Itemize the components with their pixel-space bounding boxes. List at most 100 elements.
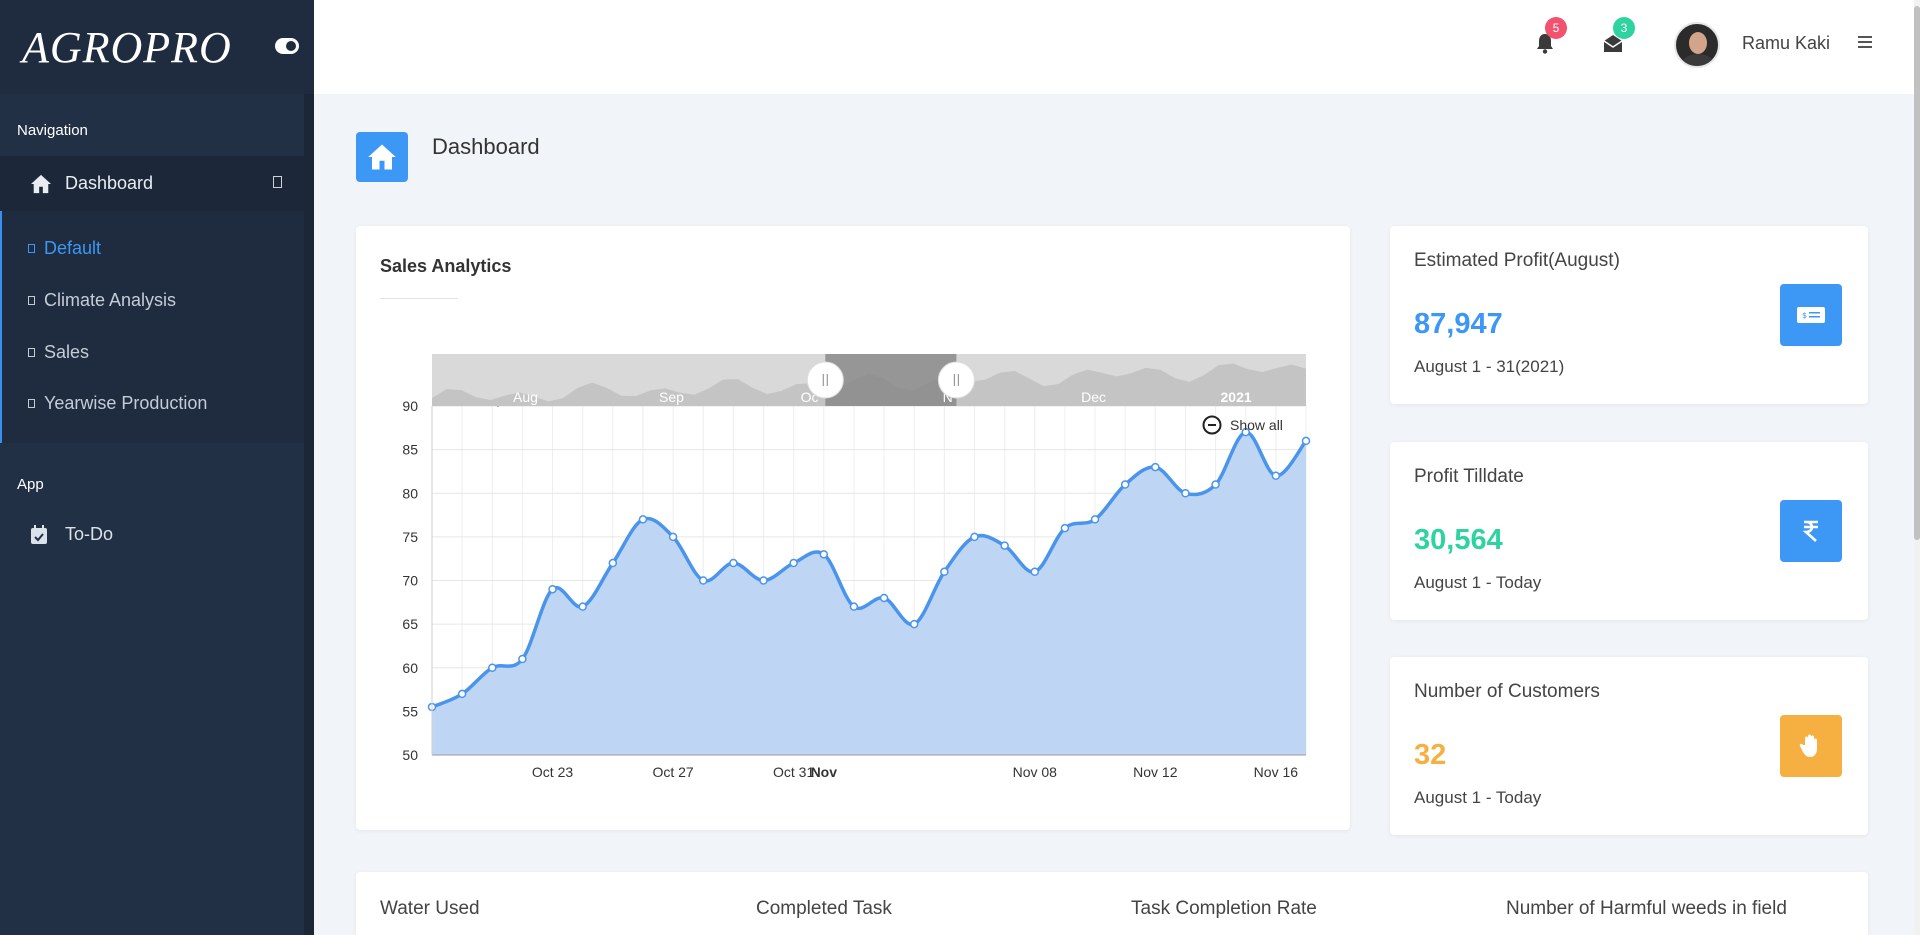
hand-icon	[1799, 734, 1817, 757]
data-point[interactable]	[909, 619, 919, 629]
avatar[interactable]	[1674, 22, 1720, 68]
page-home-icon	[356, 132, 408, 182]
data-point[interactable]	[518, 654, 527, 664]
data-point[interactable]	[940, 567, 949, 577]
stat-title: Estimated Profit(August)	[1414, 250, 1620, 271]
data-point[interactable]	[608, 558, 618, 568]
range-scrollbar-label: Sep	[659, 389, 684, 405]
y-tick-label: 70	[402, 573, 418, 589]
data-point[interactable]	[457, 689, 467, 699]
range-selection[interactable]	[825, 354, 957, 406]
data-point[interactable]	[1030, 567, 1040, 577]
sidebar-item-label: Default	[44, 238, 102, 258]
data-point[interactable]	[698, 576, 708, 585]
data-point[interactable]	[1211, 480, 1220, 489]
sidebar-item-label: Climate Analysis	[44, 290, 177, 310]
stat-title: Number of Customers	[1414, 681, 1600, 702]
data-point[interactable]	[789, 558, 798, 568]
sidebar-item-default[interactable]: Default	[28, 238, 101, 259]
data-point[interactable]	[1120, 480, 1130, 489]
x-tick-label: Oct 27	[652, 764, 693, 780]
sidebar-item-todo[interactable]: To-Do	[30, 524, 113, 545]
data-point[interactable]	[729, 558, 738, 568]
data-point[interactable]	[638, 515, 648, 524]
data-point[interactable]	[668, 532, 678, 542]
brand-logo[interactable]: AGROPRO	[22, 22, 232, 73]
stat-card-customers: Number of Customers 32 August 1 - Today	[1390, 657, 1868, 835]
data-point[interactable]	[1271, 471, 1281, 481]
sidebar: AGROPRO Navigation Dashboard Default Cli…	[0, 0, 314, 935]
range-scrollbar-label: 2021	[1221, 389, 1252, 405]
data-point[interactable]	[879, 593, 889, 603]
data-point[interactable]	[1060, 523, 1070, 533]
sidebar-item-label: Yearwise Production	[44, 393, 208, 413]
bullet-icon	[28, 348, 35, 357]
page-title: Dashboard	[432, 134, 540, 159]
stat-icon-box: $	[1780, 284, 1842, 346]
sidebar-item-dashboard-label: Dashboard	[65, 173, 154, 193]
notification-badge: 5	[1545, 17, 1567, 39]
x-tick-label: Nov 12	[1133, 764, 1178, 780]
home-icon	[368, 144, 396, 170]
bottom-stat-label: Task Completion Rate	[1131, 898, 1317, 919]
calendar-check-icon	[31, 524, 47, 544]
stat-card-estimated-profit: Estimated Profit(August) 87,947 August 1…	[1390, 226, 1868, 404]
x-tick-label: Nov 08	[1013, 764, 1058, 780]
stat-subtitle: August 1 - Today	[1414, 788, 1542, 807]
data-point[interactable]	[1090, 515, 1100, 524]
stat-card-profit-tilldate: Profit Tilldate 30,564 August 1 - Today	[1390, 442, 1868, 620]
page-scrollbar-thumb[interactable]	[1914, 6, 1920, 540]
bottom-stats-card: Water Used Completed Task Task Completio…	[356, 872, 1868, 935]
y-tick-label: 85	[402, 442, 418, 458]
sidebar-toggle-icon[interactable]	[275, 38, 299, 54]
stat-value: 87,947	[1414, 308, 1503, 340]
y-tick-label: 55	[402, 703, 418, 719]
sidebar-item-label: To-Do	[65, 524, 114, 544]
username[interactable]: Ramu Kaki	[1742, 33, 1830, 54]
bottom-stat-label: Number of Harmful weeds in field	[1506, 898, 1787, 919]
x-tick-label: Nov 16	[1254, 764, 1299, 780]
rupee-icon	[1802, 520, 1818, 542]
range-grip-handle[interactable]	[806, 361, 844, 399]
data-point[interactable]	[1301, 436, 1311, 446]
message-badge: 3	[1613, 17, 1635, 39]
topbar: 5 3 Ramu Kaki	[314, 0, 1914, 94]
sidebar-item-dashboard[interactable]: Dashboard	[0, 156, 304, 211]
bottom-stat-label: Water Used	[380, 898, 480, 919]
home-icon	[31, 174, 51, 193]
bullet-icon	[28, 296, 35, 305]
stat-title: Profit Tilldate	[1414, 466, 1524, 487]
data-point[interactable]	[578, 602, 587, 611]
bottom-stat-label: Completed Task	[756, 898, 892, 919]
x-tick-label: Nov	[811, 764, 838, 780]
sidebar-item-sales[interactable]: Sales	[28, 342, 89, 363]
y-tick-label: 60	[402, 660, 418, 676]
data-point[interactable]	[759, 576, 768, 585]
expand-icon[interactable]	[273, 176, 282, 188]
data-point[interactable]	[488, 663, 497, 672]
sales-chart[interactable]: 50 55 60 65 70 75 80 85 90 Oct 23 Oct 27 Oct 31Nov N…	[356, 226, 1350, 830]
y-tick-label: 80	[402, 485, 418, 501]
data-point[interactable]	[819, 550, 829, 559]
data-point[interactable]	[1181, 489, 1190, 498]
app-caption: App	[17, 476, 44, 493]
data-point[interactable]	[1000, 541, 1009, 550]
stat-icon-box	[1780, 500, 1842, 562]
sidebar-item-yearwise-production[interactable]: Yearwise Production	[28, 393, 207, 414]
sidebar-item-climate-analysis[interactable]: Climate Analysis	[28, 290, 176, 311]
range-scrollbar-label: Dec	[1081, 389, 1106, 405]
range-scrollbar-label: Aug	[513, 389, 538, 405]
data-point[interactable]	[849, 602, 859, 611]
menu-icon[interactable]	[1858, 36, 1872, 48]
bullet-icon	[28, 244, 35, 253]
stat-subtitle: August 1 - Today	[1414, 573, 1542, 592]
money-bill-icon: $	[1797, 307, 1825, 323]
stat-value: 30,564	[1414, 524, 1503, 556]
data-point[interactable]	[548, 584, 557, 594]
data-point[interactable]	[1151, 462, 1160, 472]
data-point[interactable]	[970, 532, 979, 542]
range-grip-handle[interactable]	[937, 361, 975, 399]
nav-caption: Navigation	[17, 122, 88, 139]
bullet-icon	[28, 399, 35, 408]
sidebar-item-label: Sales	[44, 342, 90, 362]
